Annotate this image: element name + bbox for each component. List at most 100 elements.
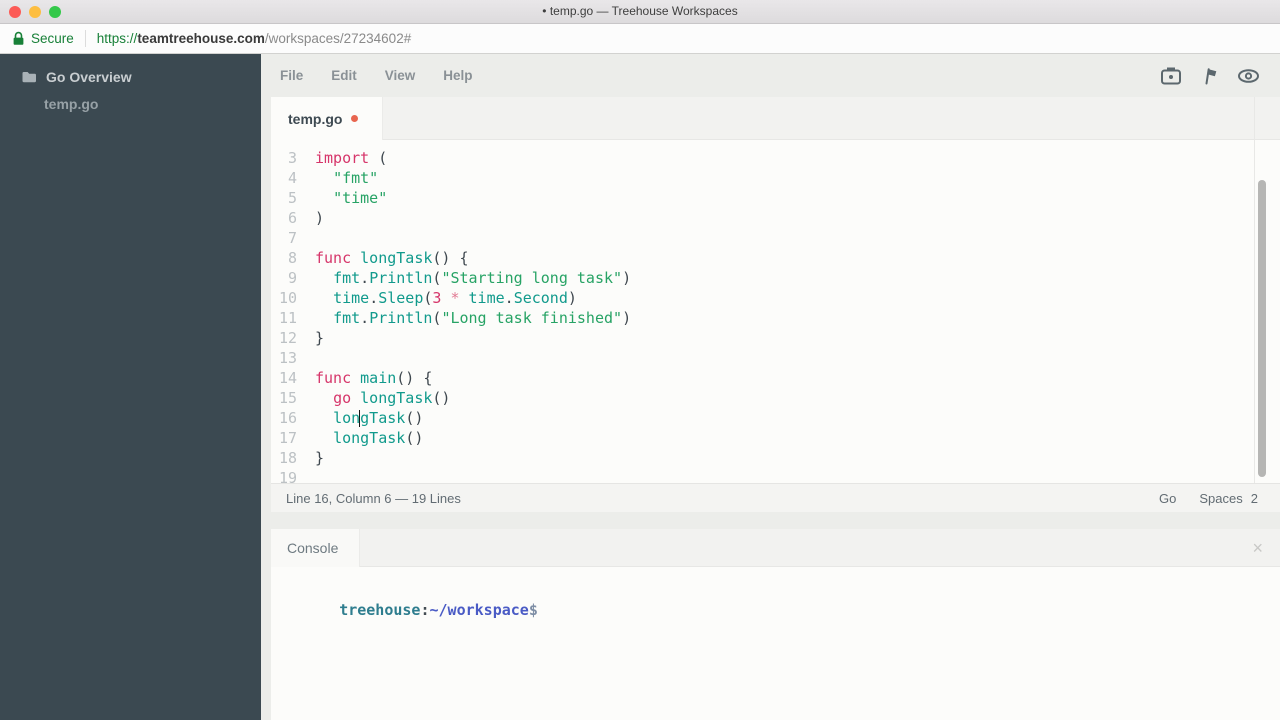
- line-number: 16: [271, 408, 297, 428]
- editor-tabstrip: temp.go: [271, 97, 1280, 140]
- tab-label: temp.go: [288, 111, 342, 127]
- lock-icon: [12, 31, 25, 46]
- line-number: 18: [271, 448, 297, 468]
- language-mode-button[interactable]: Go: [1159, 491, 1176, 506]
- minimize-window-button[interactable]: [29, 6, 41, 18]
- sidebar-item-temp-go[interactable]: temp.go: [44, 96, 261, 112]
- close-window-button[interactable]: [9, 6, 21, 18]
- code-line[interactable]: 18}: [271, 448, 1280, 468]
- traffic-lights: [9, 6, 61, 18]
- code-line-text: func main() {: [297, 368, 432, 388]
- code-line[interactable]: 11 fmt.Println("Long task finished"): [271, 308, 1280, 328]
- code-line[interactable]: 17 longTask(): [271, 428, 1280, 448]
- line-number: 17: [271, 428, 297, 448]
- code-line-text: }: [297, 448, 324, 468]
- secure-label: Secure: [31, 31, 74, 46]
- code-line[interactable]: 13: [271, 348, 1280, 368]
- editor-scrollbar-thumb[interactable]: [1258, 180, 1266, 477]
- code-line-text: fmt.Println("Long task finished"): [297, 308, 631, 328]
- prompt-colon: :: [420, 601, 429, 619]
- flag-icon[interactable]: [1199, 66, 1220, 86]
- code-line-text: [297, 228, 315, 248]
- indent-label: Spaces: [1199, 491, 1242, 506]
- zoom-window-button[interactable]: [49, 6, 61, 18]
- code-line-text: go longTask(): [297, 388, 450, 408]
- code-line[interactable]: 7: [271, 228, 1280, 248]
- code-line-text: func longTask() {: [297, 248, 469, 268]
- close-console-icon[interactable]: ×: [1252, 539, 1263, 557]
- macos-titlebar: • temp.go — Treehouse Workspaces: [0, 0, 1280, 24]
- line-number: 19: [271, 468, 297, 483]
- menu-file[interactable]: File: [280, 68, 303, 83]
- code-line[interactable]: 6): [271, 208, 1280, 228]
- code-line[interactable]: 14func main() {: [271, 368, 1280, 388]
- code-line[interactable]: 10 time.Sleep(3 * time.Second): [271, 288, 1280, 308]
- line-number: 12: [271, 328, 297, 348]
- folder-icon: [22, 71, 37, 83]
- url-divider: [85, 30, 86, 47]
- menu-edit[interactable]: Edit: [331, 68, 357, 83]
- tab-console[interactable]: Console: [271, 529, 360, 567]
- camera-icon[interactable]: [1160, 66, 1182, 86]
- code-line-text: "time": [297, 188, 387, 208]
- sidebar-folder-label: Go Overview: [46, 69, 132, 85]
- code-line[interactable]: 8func longTask() {: [271, 248, 1280, 268]
- terminal[interactable]: treehouse:~/workspace$: [271, 567, 1280, 720]
- console-panel: Console × treehouse:~/workspace$: [271, 529, 1280, 720]
- code-line[interactable]: 4 "fmt": [271, 168, 1280, 188]
- workspace-menubar: File Edit View Help: [261, 54, 1280, 97]
- code-line[interactable]: 19: [271, 468, 1280, 483]
- code-line-text: [297, 348, 315, 368]
- code-line-text: longTask(): [297, 428, 423, 448]
- browser-url-bar: Secure https://teamtreehouse.com/workspa…: [0, 24, 1280, 54]
- code-line-text: fmt.Println("Starting long task"): [297, 268, 631, 288]
- sidebar-item-go-overview[interactable]: Go Overview: [22, 69, 261, 85]
- code-line-text: ): [297, 208, 324, 228]
- menu-view[interactable]: View: [385, 68, 416, 83]
- eye-icon[interactable]: [1237, 66, 1260, 86]
- line-number: 9: [271, 268, 297, 288]
- unsaved-dot-icon: [351, 115, 358, 122]
- code-line[interactable]: 5 "time": [271, 188, 1280, 208]
- url-path: /workspaces/27234602#: [265, 31, 411, 46]
- code-line-text: longTask(): [297, 408, 423, 428]
- code-line[interactable]: 12}: [271, 328, 1280, 348]
- editor-scrollbar-track[interactable]: [1254, 97, 1280, 483]
- code-line-text: import (: [297, 148, 387, 168]
- url-scheme: https://: [97, 31, 138, 46]
- workspace-main: File Edit View Help: [261, 54, 1280, 720]
- code-line[interactable]: 3import (: [271, 148, 1280, 168]
- line-number: 4: [271, 168, 297, 188]
- url-domain: teamtreehouse.com: [137, 31, 265, 46]
- cursor-position-label: Line 16, Column 6 — 19 Lines: [286, 491, 461, 506]
- tab-temp-go[interactable]: temp.go: [271, 97, 383, 140]
- line-number: 10: [271, 288, 297, 308]
- line-number: 8: [271, 248, 297, 268]
- prompt-symbol: $: [529, 601, 538, 619]
- toolbar-icons: [1160, 66, 1280, 86]
- menu-help[interactable]: Help: [443, 68, 472, 83]
- indent-settings-button[interactable]: Spaces 2: [1199, 491, 1258, 506]
- prompt-path: ~/workspace: [430, 601, 529, 619]
- url-input[interactable]: https://teamtreehouse.com/workspaces/272…: [97, 31, 411, 46]
- security-indicator[interactable]: Secure: [12, 31, 74, 46]
- line-number: 11: [271, 308, 297, 328]
- code-line-text: time.Sleep(3 * time.Second): [297, 288, 577, 308]
- line-number: 6: [271, 208, 297, 228]
- line-number: 15: [271, 388, 297, 408]
- line-number: 5: [271, 188, 297, 208]
- file-tree-sidebar: Go Overview temp.go: [0, 54, 261, 720]
- code-line-text: [297, 468, 315, 483]
- window-title: • temp.go — Treehouse Workspaces: [542, 4, 737, 18]
- statusbar-right: Go Spaces 2: [1159, 491, 1258, 506]
- line-number: 7: [271, 228, 297, 248]
- code-line[interactable]: 9 fmt.Println("Starting long task"): [271, 268, 1280, 288]
- code-editor[interactable]: 3import (4 "fmt"5 "time"6)78func longTas…: [271, 140, 1280, 483]
- console-tabstrip: Console ×: [271, 529, 1280, 567]
- code-lines: 3import (4 "fmt"5 "time"6)78func longTas…: [271, 148, 1280, 483]
- indent-value: 2: [1251, 491, 1258, 506]
- editor-statusbar: Line 16, Column 6 — 19 Lines Go Spaces 2: [271, 483, 1280, 512]
- line-number: 14: [271, 368, 297, 388]
- code-line[interactable]: 16 longTask(): [271, 408, 1280, 428]
- code-line[interactable]: 15 go longTask(): [271, 388, 1280, 408]
